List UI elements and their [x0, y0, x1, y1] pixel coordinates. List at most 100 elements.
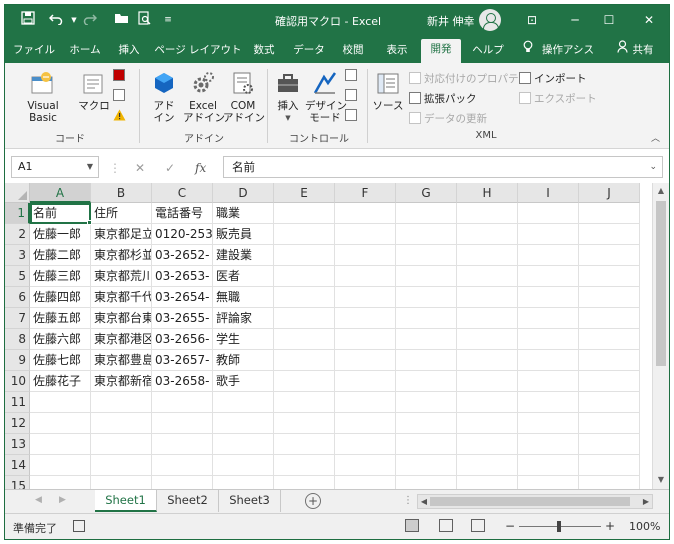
cell[interactable] — [518, 329, 579, 350]
cell[interactable]: 0120-253- — [152, 224, 213, 245]
tab-help[interactable]: ヘルプ — [467, 40, 509, 63]
cell[interactable]: 佐藤四郎 — [30, 287, 91, 308]
cell[interactable] — [396, 392, 457, 413]
macro-button[interactable]: マクロ — [77, 69, 111, 112]
cell[interactable]: 建設業 — [213, 245, 274, 266]
undo-icon[interactable] — [47, 11, 65, 29]
cell[interactable]: 03-2655- — [152, 308, 213, 329]
cell[interactable] — [579, 203, 640, 224]
macro-recording-icon[interactable] — [73, 520, 85, 532]
cell[interactable] — [335, 476, 396, 489]
cell[interactable]: 電話番号 — [152, 203, 213, 224]
print-preview-icon[interactable] — [135, 11, 153, 29]
cell[interactable] — [457, 287, 518, 308]
cell[interactable]: 03-2653- — [152, 266, 213, 287]
cell[interactable] — [396, 203, 457, 224]
tab-developer[interactable]: 開発 — [421, 39, 461, 63]
cell[interactable]: 佐藤六郎 — [30, 329, 91, 350]
row-header[interactable]: 12 — [5, 413, 30, 434]
cell[interactable]: 歌手 — [213, 371, 274, 392]
cell[interactable] — [518, 371, 579, 392]
cell[interactable] — [30, 434, 91, 455]
cell[interactable] — [335, 392, 396, 413]
cell[interactable] — [579, 224, 640, 245]
user-name[interactable]: 新井 伸幸 — [427, 13, 475, 29]
normal-view-icon[interactable] — [405, 519, 419, 532]
cell[interactable] — [152, 476, 213, 489]
cell[interactable]: 03-2654- — [152, 287, 213, 308]
row-header[interactable]: 6 — [5, 287, 30, 308]
cell[interactable] — [335, 413, 396, 434]
horizontal-scrollbar[interactable]: ◀ ▶ — [417, 494, 653, 509]
cell[interactable] — [457, 371, 518, 392]
cell[interactable] — [396, 371, 457, 392]
tab-insert[interactable]: 挿入 — [111, 40, 147, 63]
cell[interactable] — [457, 224, 518, 245]
cell[interactable] — [274, 287, 335, 308]
cell[interactable] — [579, 329, 640, 350]
relative-reference-icon[interactable] — [113, 89, 128, 102]
tell-me-search[interactable]: 操作アシス — [537, 40, 599, 63]
user-avatar[interactable] — [479, 9, 501, 31]
cell[interactable] — [457, 434, 518, 455]
name-box[interactable]: A1 ▼ — [11, 156, 99, 178]
page-break-preview-icon[interactable] — [471, 519, 485, 532]
sheet-tab-sheet2[interactable]: Sheet2 — [157, 490, 219, 512]
cell[interactable] — [274, 224, 335, 245]
cell[interactable] — [30, 455, 91, 476]
cell[interactable]: 無職 — [213, 287, 274, 308]
visual-basic-button[interactable]: Visual Basic — [13, 69, 73, 124]
cell[interactable]: 03-2657- — [152, 350, 213, 371]
cell[interactable] — [335, 224, 396, 245]
column-header-g[interactable]: G — [396, 183, 457, 203]
cell[interactable] — [274, 413, 335, 434]
cell[interactable] — [335, 371, 396, 392]
cell[interactable]: 佐藤花子 — [30, 371, 91, 392]
cell[interactable] — [274, 476, 335, 489]
cell[interactable] — [152, 434, 213, 455]
cell[interactable] — [396, 455, 457, 476]
cell[interactable]: 東京都台東 — [91, 308, 152, 329]
map-properties-button[interactable]: 対応付けのプロパティ — [409, 71, 528, 86]
collapse-ribbon-icon[interactable]: ︿ — [651, 131, 660, 144]
zoom-level[interactable]: 100% — [629, 520, 660, 533]
export-button[interactable]: エクスポート — [519, 91, 597, 106]
cell[interactable] — [213, 392, 274, 413]
cell[interactable] — [396, 413, 457, 434]
cell[interactable]: 職業 — [213, 203, 274, 224]
cell[interactable]: 佐藤二郎 — [30, 245, 91, 266]
scroll-left-icon[interactable]: ◀ — [418, 495, 430, 508]
cell[interactable] — [30, 413, 91, 434]
tab-formulas[interactable]: 数式 — [247, 40, 281, 63]
cell[interactable] — [274, 245, 335, 266]
row-header[interactable]: 7 — [5, 308, 30, 329]
redo-icon[interactable] — [81, 11, 99, 29]
cell[interactable] — [274, 455, 335, 476]
next-sheet-icon[interactable]: ▶ — [59, 495, 66, 505]
cell[interactable] — [274, 329, 335, 350]
cell[interactable] — [335, 350, 396, 371]
cell[interactable]: 佐藤一郎 — [30, 224, 91, 245]
tab-file[interactable]: ファイル — [11, 40, 57, 63]
row-header[interactable]: 1 — [5, 203, 30, 224]
close-button[interactable]: ✕ — [629, 5, 669, 35]
cell[interactable] — [579, 350, 640, 371]
cell[interactable]: 医者 — [213, 266, 274, 287]
scroll-up-icon[interactable]: ▲ — [654, 184, 668, 198]
cell[interactable] — [274, 203, 335, 224]
cell[interactable] — [579, 308, 640, 329]
insert-control-button[interactable]: 挿入 ▼ — [271, 69, 305, 124]
page-layout-view-icon[interactable] — [439, 519, 453, 532]
column-header-j[interactable]: J — [579, 183, 640, 203]
cell[interactable] — [274, 266, 335, 287]
cell[interactable] — [457, 329, 518, 350]
cell[interactable]: 佐藤五郎 — [30, 308, 91, 329]
cell[interactable]: 評論家 — [213, 308, 274, 329]
cell[interactable] — [396, 245, 457, 266]
column-header-a[interactable]: A — [30, 183, 91, 203]
insert-function-icon[interactable]: fx — [195, 161, 206, 175]
macro-security-warning-icon[interactable] — [113, 109, 126, 124]
cell[interactable] — [396, 308, 457, 329]
cell[interactable] — [518, 308, 579, 329]
cell[interactable] — [518, 434, 579, 455]
